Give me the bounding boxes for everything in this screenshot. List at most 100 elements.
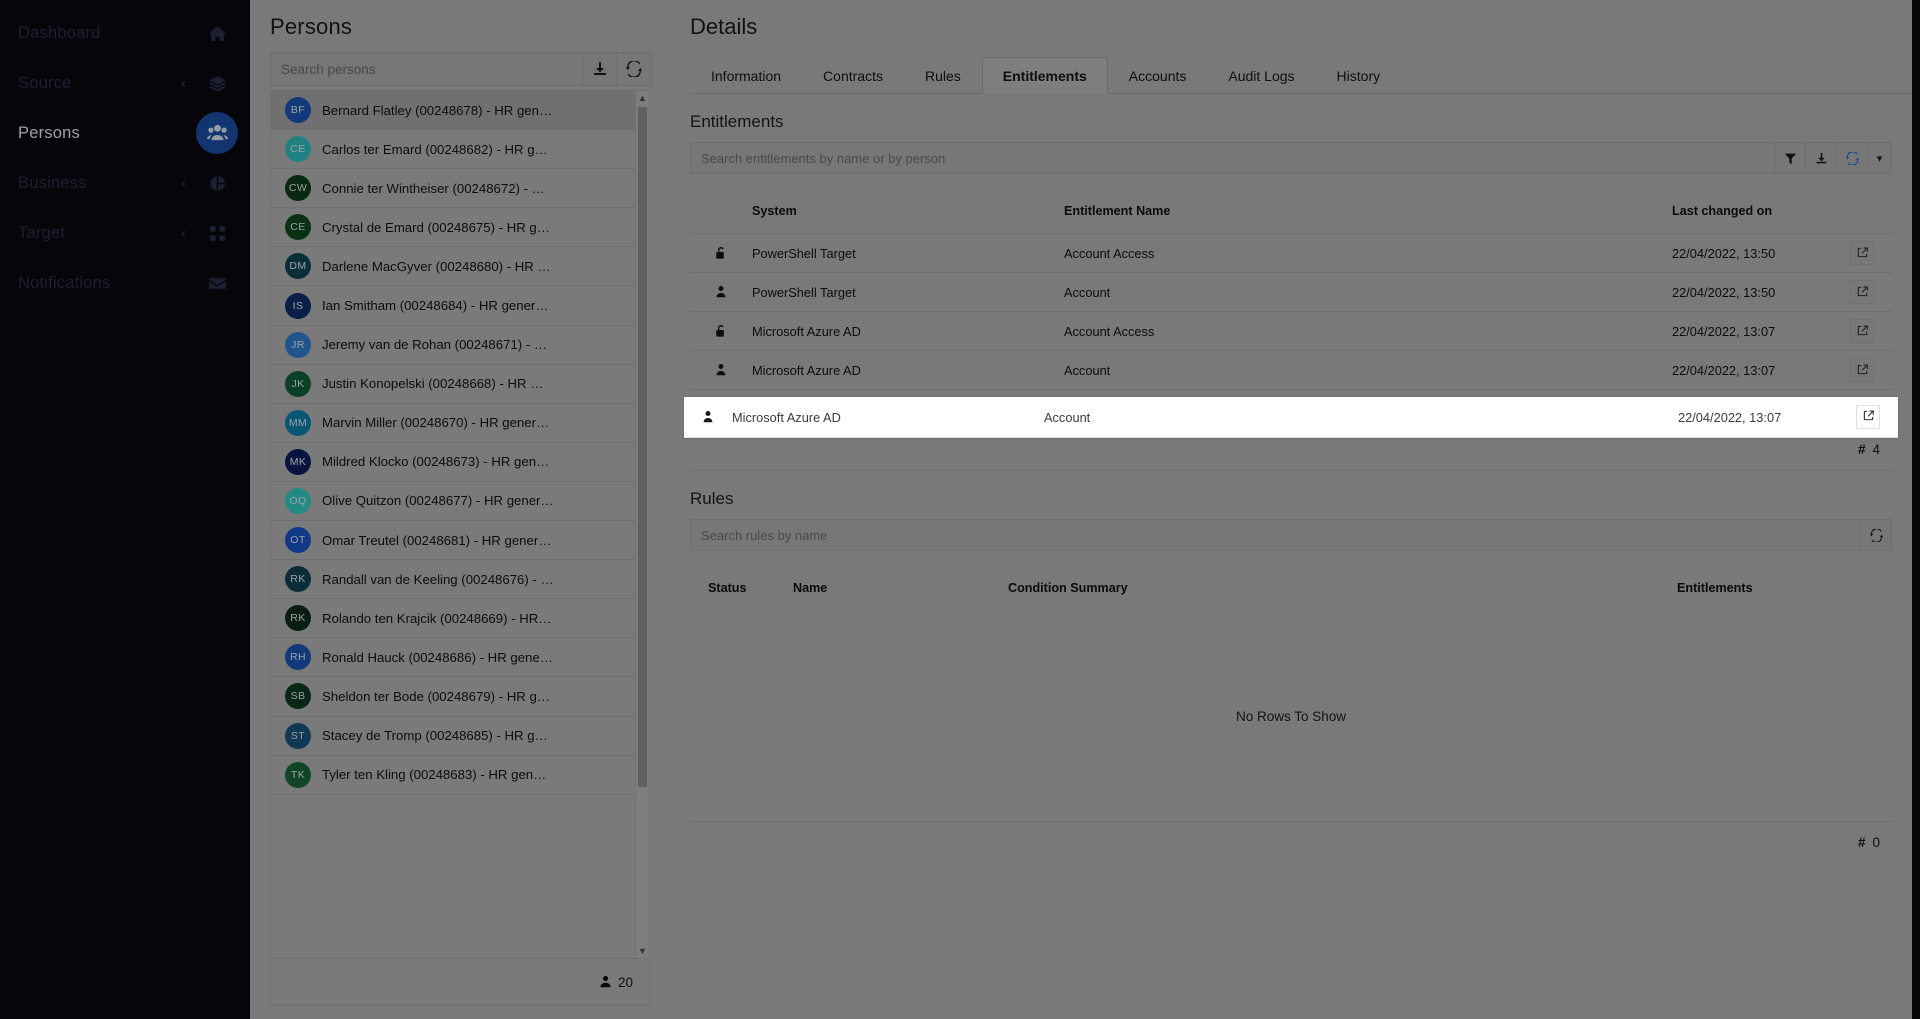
sidebar-item-label: Notifications bbox=[18, 273, 111, 292]
person-list-item[interactable]: CE Carlos ter Emard (00248682) - HR g… bbox=[271, 130, 635, 170]
person-list-item[interactable]: OT Omar Treutel (00248681) - HR gener… bbox=[271, 521, 635, 561]
person-list-item[interactable]: TK Tyler ten Kling (00248683) - HR gen… bbox=[271, 756, 635, 795]
entitlement-name: Account bbox=[1064, 284, 1111, 300]
rules-count-symbol: # bbox=[1857, 835, 1866, 850]
person-name: Mildred Klocko (00248673) - HR gen… bbox=[322, 454, 550, 470]
entitlements-search-input[interactable] bbox=[691, 143, 1774, 173]
person-list-item[interactable]: JR Jeremy van de Rohan (00248671) - … bbox=[271, 326, 635, 365]
open-external-button[interactable] bbox=[1856, 405, 1880, 429]
person-list-item[interactable]: MK Mildred Klocko (00248673) - HR gen… bbox=[271, 443, 635, 482]
entitlement-changed-on: 22/04/2022, 13:07 bbox=[1672, 323, 1776, 339]
rules-col-status: Status bbox=[708, 581, 747, 595]
person-list-item[interactable]: CW Connie ter Wintheiser (00248672) - … bbox=[271, 169, 635, 209]
avatar: CE bbox=[285, 136, 311, 163]
rules-refresh-button[interactable] bbox=[1860, 520, 1891, 550]
chevron-left-icon[interactable]: ‹ bbox=[181, 176, 186, 191]
person-list-item[interactable]: RH Ronald Hauck (00248686) - HR gene… bbox=[271, 638, 635, 678]
open-external-button[interactable] bbox=[1850, 241, 1874, 265]
open-external-icon bbox=[1863, 408, 1874, 426]
rules-empty-state: No Rows To Show bbox=[1235, 708, 1347, 724]
scroll-down-icon[interactable]: ▼ bbox=[636, 944, 649, 958]
persons-panel: Persons BF Bernard Flatley (00248678) - H… bbox=[250, 0, 670, 1019]
sidebar-item-dashboard[interactable]: Dashboard bbox=[0, 8, 250, 58]
entitlement-row[interactable]: PowerShell Target Account 22/04/2022, 13:5… bbox=[690, 273, 1892, 312]
person-name: Justin Konopelski (00248668) - HR … bbox=[322, 376, 544, 392]
person-name: Marvin Miller (00248670) - HR gener… bbox=[322, 415, 550, 431]
person-list-item[interactable]: SB Sheldon ter Bode (00248679) - HR g… bbox=[271, 677, 635, 717]
chevron-down-icon: ▾ bbox=[1876, 152, 1883, 165]
open-external-button[interactable] bbox=[1850, 358, 1874, 382]
tab-rules[interactable]: Rules bbox=[904, 57, 982, 94]
tab-information[interactable]: Information bbox=[690, 57, 802, 94]
person-name: Randall van de Keeling (00248676) - … bbox=[322, 571, 554, 587]
entitlement-name: Account Access bbox=[1064, 323, 1155, 339]
person-list-item[interactable]: IS Ian Smitham (00248684) - HR gener… bbox=[271, 286, 635, 326]
scrollbar-thumb[interactable] bbox=[638, 107, 647, 787]
person-list-item[interactable]: RK Randall van de Keeling (00248676) - … bbox=[271, 560, 635, 600]
persons-count-footer: 20 bbox=[270, 961, 650, 1005]
person-name: Jeremy van de Rohan (00248671) - … bbox=[322, 337, 548, 353]
open-external-button[interactable] bbox=[1850, 280, 1874, 304]
sidebar-item-source[interactable]: Source ‹ bbox=[0, 58, 250, 108]
scroll-up-icon[interactable]: ▲ bbox=[636, 91, 649, 105]
persons-refresh-button[interactable] bbox=[617, 52, 652, 86]
avatar: JK bbox=[285, 370, 311, 397]
tab-accounts[interactable]: Accounts bbox=[1108, 57, 1208, 94]
entitlement-system: PowerShell Target bbox=[752, 245, 856, 261]
avatar: OQ bbox=[285, 487, 311, 514]
entitlements-filter-button[interactable] bbox=[1774, 143, 1805, 173]
entitlements-expand-button[interactable]: ▾ bbox=[1867, 143, 1891, 173]
sidebar-item-label: Source bbox=[18, 73, 72, 92]
tab-contracts[interactable]: Contracts bbox=[802, 57, 904, 94]
entitlement-row[interactable]: PowerShell Target Account Access 22/04/202… bbox=[690, 234, 1892, 273]
search-persons-input[interactable] bbox=[270, 52, 582, 86]
person-list-item[interactable]: MM Marvin Miller (00248670) - HR gener… bbox=[271, 404, 635, 443]
person-list-item[interactable]: ST Stacey de Tromp (00248685) - HR g… bbox=[271, 717, 635, 756]
rules-section: Rules Status Name Condition Summary Enti… bbox=[690, 470, 1892, 863]
tab-entitlements[interactable]: Entitlements bbox=[981, 57, 1108, 94]
persons-panel-title: Persons bbox=[270, 14, 353, 39]
entitlements-refresh-button[interactable] bbox=[1836, 143, 1867, 173]
sidebar-item-business[interactable]: Business ‹ bbox=[0, 158, 250, 208]
entitlement-row[interactable]: Microsoft Azure AD Account 22/04/2022, 13:… bbox=[690, 351, 1892, 390]
open-external-icon bbox=[1857, 246, 1868, 261]
layers-icon bbox=[204, 70, 230, 96]
highlighted-entitlement-row[interactable]: Microsoft Azure AD Account 22/04/2022, 1… bbox=[684, 397, 1898, 438]
refresh-icon bbox=[1869, 528, 1883, 542]
persons-list[interactable]: BF Bernard Flatley (00248678) - HR gen… CE… bbox=[271, 91, 635, 958]
sidebar-item-notifications[interactable]: Notifications bbox=[0, 258, 250, 308]
person-list-item[interactable]: RK Rolando ten Krajcik (00248669) - HR… bbox=[271, 599, 635, 639]
tab-audit-logs[interactable]: Audit Logs bbox=[1207, 57, 1315, 94]
person-list-item[interactable]: BF Bernard Flatley (00248678) - HR gen… bbox=[271, 91, 635, 131]
person-list-item[interactable]: JK Justin Konopelski (00248668) - HR … bbox=[271, 365, 635, 404]
tab-history[interactable]: History bbox=[1316, 57, 1402, 94]
person-icon bbox=[684, 410, 732, 424]
chevron-left-icon[interactable]: ‹ bbox=[181, 76, 186, 91]
download-icon bbox=[1815, 152, 1828, 165]
avatar: RK bbox=[285, 566, 311, 593]
person-list-item[interactable]: OQ Olive Quitzon (00248677) - HR gener… bbox=[271, 482, 635, 522]
refresh-icon bbox=[626, 61, 642, 77]
entitlement-row[interactable]: Microsoft Azure AD Account Access 22/04/20… bbox=[690, 312, 1892, 351]
persons-list-scrollbar[interactable]: ▲ ▼ bbox=[635, 91, 649, 958]
persons-download-button[interactable] bbox=[582, 52, 617, 86]
highlighted-row-changed: 22/04/2022, 13:07 bbox=[1678, 409, 1782, 425]
entitlements-download-button[interactable] bbox=[1805, 143, 1836, 173]
entitlements-col-name: Entitlement Name bbox=[1064, 203, 1171, 218]
chevron-left-icon[interactable]: ‹ bbox=[181, 226, 186, 241]
person-list-item[interactable]: DM Darlene MacGyver (00248680) - HR … bbox=[271, 247, 635, 287]
sidebar-item-label: Persons bbox=[18, 123, 80, 142]
entitlement-name: Account Access bbox=[1064, 245, 1155, 261]
sidebar-item-target[interactable]: Target ‹ bbox=[0, 208, 250, 258]
person-name: Bernard Flatley (00248678) - HR gen… bbox=[322, 102, 553, 118]
person-icon bbox=[690, 285, 752, 299]
entitlement-changed-on: 22/04/2022, 13:50 bbox=[1672, 284, 1776, 300]
entitlements-count-value: 4 bbox=[1872, 442, 1880, 457]
avatar: JR bbox=[285, 331, 311, 358]
person-list-item[interactable]: CE Crystal de Emard (00248675) - HR g… bbox=[271, 208, 635, 248]
rules-search-input[interactable] bbox=[691, 520, 1860, 550]
sidebar-item-persons[interactable]: Persons bbox=[0, 108, 250, 158]
open-external-button[interactable] bbox=[1850, 319, 1874, 343]
highlighted-row-name: Account bbox=[1044, 409, 1091, 425]
grid-icon bbox=[204, 220, 230, 246]
